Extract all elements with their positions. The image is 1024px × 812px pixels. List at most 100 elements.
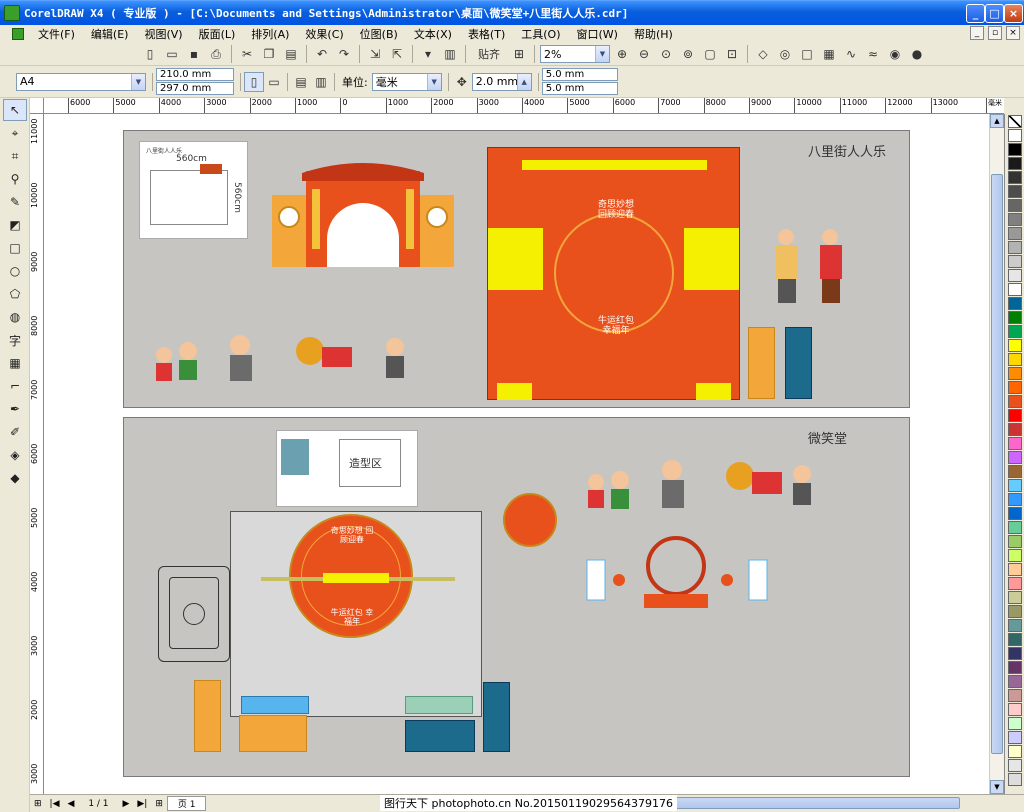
floor-plan-sketch-2[interactable]: 造型区 <box>276 430 418 507</box>
color-swatch[interactable] <box>1008 199 1022 212</box>
color-swatch[interactable] <box>1008 507 1022 520</box>
blend-icon[interactable]: ≈ <box>863 44 883 64</box>
menu-text[interactable]: 文本(X) <box>406 26 460 42</box>
artboard-panel-2[interactable]: 微笑堂 造型区 奇思妙想 回顾迎春 牛运红包 幸福年 <box>123 417 910 777</box>
duplicate-x-field[interactable]: 5.0 mm <box>541 68 618 81</box>
color-swatch[interactable] <box>1008 283 1022 296</box>
freehand-tool-icon[interactable]: ✎ <box>3 191 27 213</box>
color-swatch[interactable] <box>1008 409 1022 422</box>
shape-edit-tool-icon[interactable]: ⌖ <box>3 122 27 144</box>
menu-view[interactable]: 视图(V) <box>136 26 190 42</box>
color-icon[interactable]: ▦ <box>819 44 839 64</box>
zoom-in-icon[interactable]: ⊕ <box>612 44 632 64</box>
application-launcher-icon[interactable]: ▾ <box>418 44 438 64</box>
color-swatch[interactable] <box>1008 479 1022 492</box>
rectangle-icon[interactable]: □ <box>797 44 817 64</box>
undo-icon[interactable]: ↶ <box>312 44 332 64</box>
color-swatch[interactable] <box>1008 255 1022 268</box>
color-swatch[interactable] <box>1008 367 1022 380</box>
menu-table[interactable]: 表格(T) <box>460 26 513 42</box>
text-tool-icon[interactable]: 字 <box>3 329 27 351</box>
color-swatch[interactable] <box>1008 451 1022 464</box>
color-swatch[interactable] <box>1008 381 1022 394</box>
first-page-icon[interactable]: |◀ <box>46 799 64 809</box>
menu-tools[interactable]: 工具(O) <box>513 26 568 42</box>
poster-left[interactable] <box>194 680 221 752</box>
next-page-icon[interactable]: ▶ <box>118 799 133 809</box>
color-swatch[interactable] <box>1008 661 1022 674</box>
drawing-canvas[interactable]: 八里街人人乐 八里街人人乐 560cm 560cm 奇思妙想 回顾迎春 牛运红包… <box>44 114 989 794</box>
menu-arrange[interactable]: 排列(A) <box>243 26 297 42</box>
print-icon[interactable]: ⎙ <box>206 44 226 64</box>
color-swatch[interactable] <box>1008 311 1022 324</box>
save-icon[interactable]: ▪ <box>184 44 204 64</box>
color-swatch[interactable] <box>1008 647 1022 660</box>
color-swatch[interactable] <box>1008 325 1022 338</box>
shape-tool-icon[interactable]: ◇ <box>753 44 773 64</box>
portrait-icon[interactable]: ▯ <box>244 71 264 92</box>
open-folder-icon[interactable]: ▭ <box>162 44 182 64</box>
ruler-corner[interactable] <box>30 98 44 114</box>
color-swatch[interactable] <box>1008 493 1022 506</box>
color-swatch[interactable] <box>1008 759 1022 772</box>
doc-restore-button[interactable]: ▫ <box>988 26 1002 40</box>
menu-window[interactable]: 窗口(W) <box>569 26 626 42</box>
import-icon[interactable]: ⇲ <box>365 44 385 64</box>
cartoon-characters-group-1[interactable] <box>150 327 420 387</box>
color-swatch[interactable] <box>1008 577 1022 590</box>
nudge-distance-field[interactable]: 2.0 mm ▲ <box>471 72 532 91</box>
cut-icon[interactable]: ✂ <box>237 44 257 64</box>
outline-tool-icon[interactable]: ✐ <box>3 421 27 443</box>
new-document-icon[interactable]: ▯ <box>140 44 160 64</box>
standee-poster-2[interactable] <box>785 327 812 399</box>
color-swatch[interactable] <box>1008 633 1022 646</box>
color-swatch[interactable] <box>1008 143 1022 156</box>
smart-fill-tool-icon[interactable]: ◩ <box>3 214 27 236</box>
menu-effects[interactable]: 效果(C) <box>297 26 351 42</box>
color-swatch[interactable] <box>1008 241 1022 254</box>
add-page-before-icon[interactable]: ⊞ <box>30 799 46 809</box>
color-swatch[interactable] <box>1008 535 1022 548</box>
color-swatch[interactable] <box>1008 185 1022 198</box>
landscape-icon[interactable]: ▭ <box>264 72 284 92</box>
display-cabinet[interactable] <box>158 566 230 662</box>
page-size-select[interactable]: A4 ▼ <box>16 72 146 91</box>
last-page-icon[interactable]: ▶| <box>133 799 151 809</box>
eyedropper-tool-icon[interactable]: ✒ <box>3 398 27 420</box>
color-swatch[interactable] <box>1008 549 1022 562</box>
fill-tool-icon[interactable]: ◈ <box>3 444 27 466</box>
vertical-scrollbar[interactable]: ▲ ▼ <box>989 114 1004 794</box>
color-swatch[interactable] <box>1008 297 1022 310</box>
menu-bitmaps[interactable]: 位图(B) <box>352 26 406 42</box>
color-swatch[interactable] <box>1008 269 1022 282</box>
menu-layout[interactable]: 版面(L) <box>191 26 244 42</box>
rectangle-tool-icon[interactable]: □ <box>3 237 27 259</box>
color-swatch[interactable] <box>1008 689 1022 702</box>
color-swatch[interactable] <box>1008 227 1022 240</box>
cartoon-characters-group-2[interactable] <box>580 456 860 516</box>
duplicate-y-field[interactable]: 5.0 mm <box>541 82 618 95</box>
banner-right[interactable] <box>405 720 475 752</box>
color-swatch[interactable] <box>1008 717 1022 730</box>
color-swatch[interactable] <box>1008 465 1022 478</box>
vertical-ruler[interactable]: 11000 10000 9000 8000 7000 6000 5000 4000 3000 20… <box>30 114 44 794</box>
interactive-fill-tool-icon[interactable]: ◆ <box>3 467 27 489</box>
all-pages-icon[interactable]: ▤ <box>291 72 311 92</box>
color-swatch[interactable] <box>1008 213 1022 226</box>
curve-icon[interactable]: ∿ <box>841 44 861 64</box>
scroll-thumb[interactable] <box>991 174 1003 754</box>
doc-close-button[interactable]: × <box>1006 26 1020 40</box>
menu-file[interactable]: 文件(F) <box>30 26 83 42</box>
prev-page-icon[interactable]: ◀ <box>64 799 79 809</box>
ellipse-icon[interactable]: ● <box>907 44 927 64</box>
color-swatch[interactable] <box>1008 157 1022 170</box>
color-swatch[interactable] <box>1008 423 1022 436</box>
zoom-tool-icon[interactable]: ⚲ <box>3 168 27 190</box>
color-swatch[interactable] <box>1008 129 1022 142</box>
color-swatch[interactable] <box>1008 619 1022 632</box>
color-swatch[interactable] <box>1008 395 1022 408</box>
couple-figures[interactable] <box>766 227 856 305</box>
color-swatch[interactable] <box>1008 437 1022 450</box>
document-icon[interactable] <box>12 28 24 40</box>
color-swatch[interactable] <box>1008 731 1022 744</box>
